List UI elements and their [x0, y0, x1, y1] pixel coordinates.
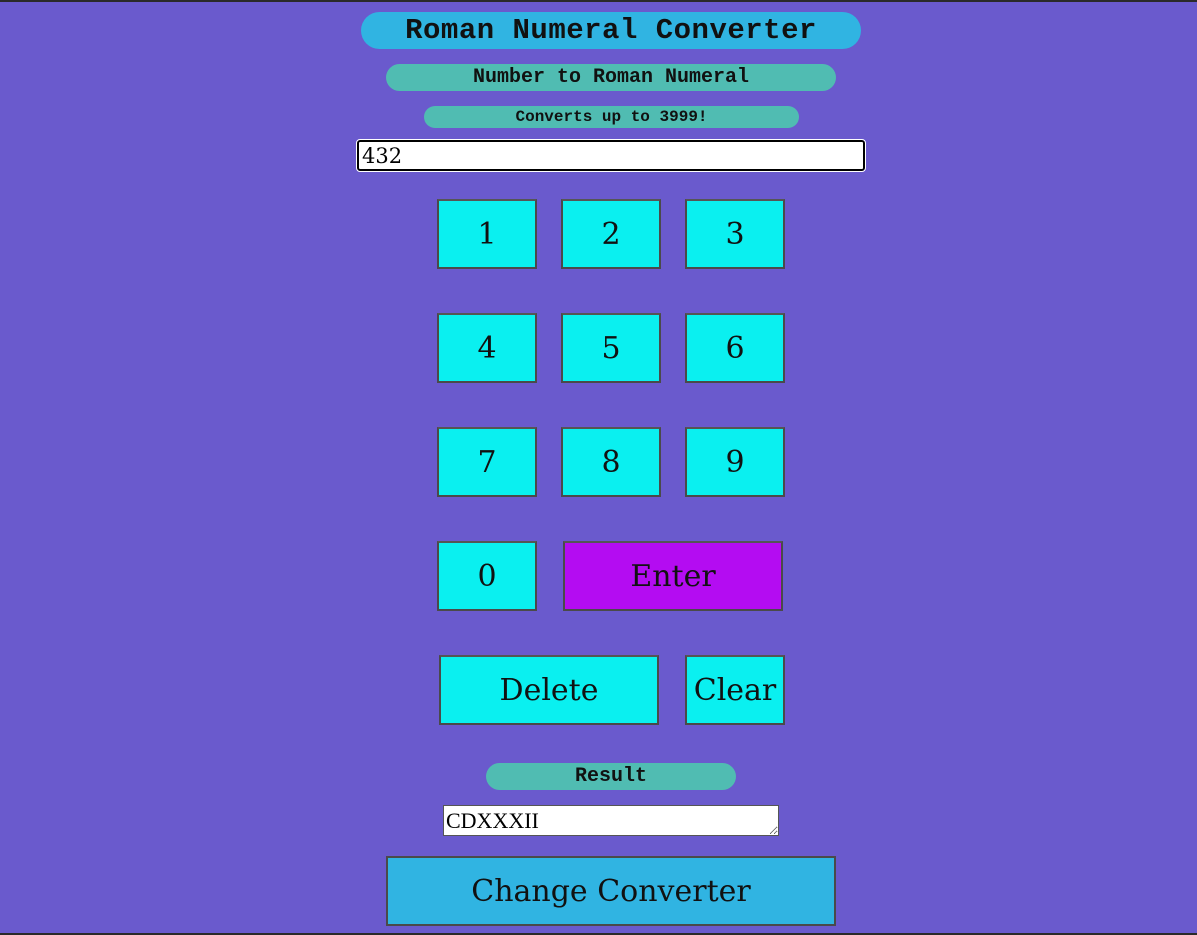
- page-title: Roman Numeral Converter: [361, 12, 861, 49]
- range-note: Converts up to 3999!: [424, 106, 799, 128]
- clear-button[interactable]: Clear: [685, 655, 785, 725]
- key-1-button[interactable]: 1: [437, 199, 537, 269]
- enter-button[interactable]: Enter: [563, 541, 783, 611]
- key-3-button[interactable]: 3: [685, 199, 785, 269]
- result-output[interactable]: CDXXXII: [443, 805, 779, 836]
- key-2-button[interactable]: 2: [561, 199, 661, 269]
- delete-button[interactable]: Delete: [439, 655, 659, 725]
- result-label: Result: [486, 763, 736, 790]
- key-9-button[interactable]: 9: [685, 427, 785, 497]
- page-subtitle: Number to Roman Numeral: [386, 64, 836, 91]
- key-6-button[interactable]: 6: [685, 313, 785, 383]
- key-0-button[interactable]: 0: [437, 541, 537, 611]
- key-7-button[interactable]: 7: [437, 427, 537, 497]
- top-border: [0, 0, 1197, 2]
- number-input[interactable]: [356, 139, 866, 172]
- key-4-button[interactable]: 4: [437, 313, 537, 383]
- key-5-button[interactable]: 5: [561, 313, 661, 383]
- change-converter-button[interactable]: Change Converter: [386, 856, 836, 926]
- key-8-button[interactable]: 8: [561, 427, 661, 497]
